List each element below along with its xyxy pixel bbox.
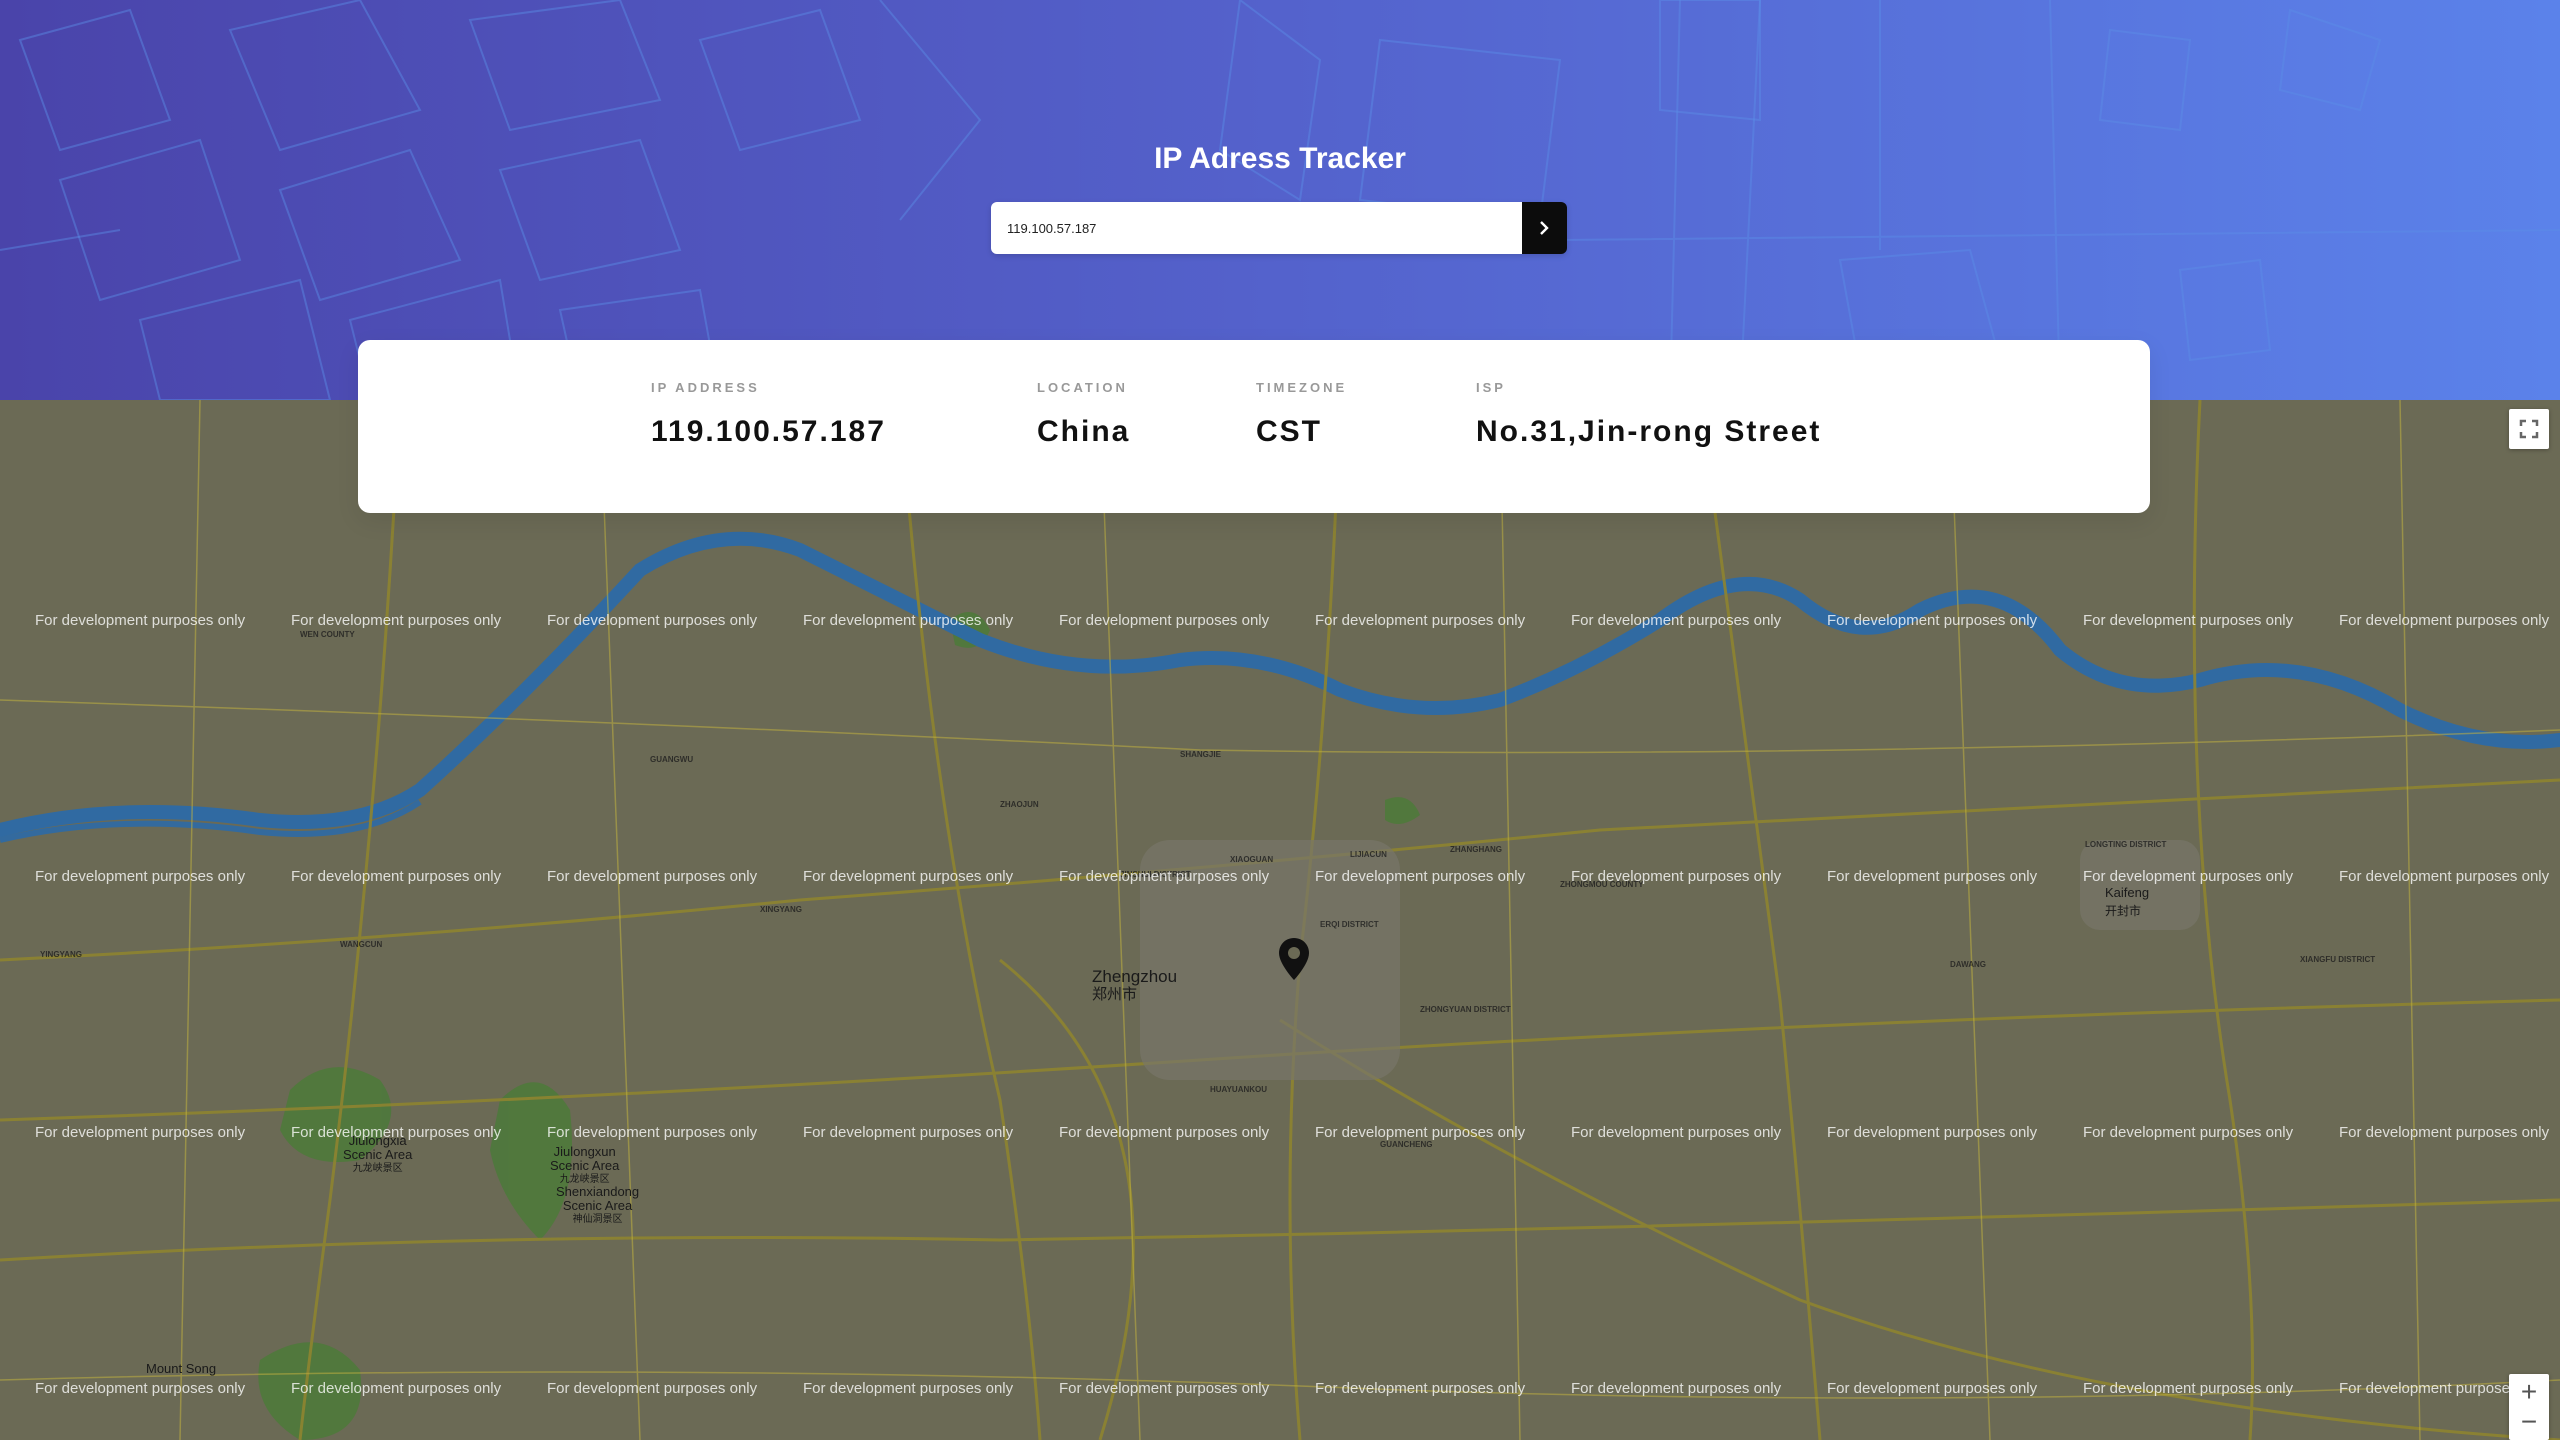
timezone-section: TIMEZONE CST	[1256, 380, 1347, 449]
place-label: GUANCHENG	[1380, 1140, 1433, 1149]
timezone-label: TIMEZONE	[1256, 380, 1348, 395]
location-value: China	[1037, 415, 1131, 448]
dev-watermark-text: For development purposes only	[1315, 1380, 1526, 1397]
ip-address-value: 119.100.57.187	[651, 415, 886, 448]
location-marker-icon[interactable]	[1277, 937, 1311, 981]
dev-watermark-text: For development purposes only	[1827, 868, 2038, 885]
dev-watermark-text: For development purposes only	[35, 1380, 246, 1397]
chevron-right-icon	[1540, 221, 1549, 235]
place-label: ZHAOJUN	[1000, 800, 1039, 809]
dev-watermark-text: For development purposes only	[2083, 1124, 2294, 1141]
scenic-label-shenxiandong: Shenxiandong Scenic Area 神仙洞景区	[556, 1184, 640, 1226]
dev-watermark-text: For development purposes only	[1827, 1380, 2038, 1397]
dev-watermark-text: For development purposes only	[803, 868, 1014, 885]
submit-button[interactable]	[1522, 202, 1567, 254]
dev-watermark-text: For development purposes only	[2083, 612, 2294, 629]
dev-watermark-text: For development purposes only	[1571, 1124, 1782, 1141]
place-label: LIJIACUN	[1350, 850, 1387, 859]
dev-watermark-text: For development purposes only	[1059, 868, 1270, 885]
page-title: IP Adress Tracker	[1154, 142, 1406, 175]
dev-watermark-text: For development purposes only	[1571, 1380, 1782, 1397]
dev-watermark-text: For development purposes only	[803, 1380, 1014, 1397]
dev-watermark-text: For development purposes only	[2339, 612, 2550, 629]
dev-watermark-text: For development purposes only	[1571, 868, 1782, 885]
dev-watermark-text: For development purposes only	[291, 1124, 502, 1141]
location-section: LOCATION China	[1037, 380, 1130, 449]
fullscreen-icon	[2519, 419, 2539, 439]
isp-label: ISP	[1476, 380, 1506, 395]
dev-watermark-text: For development purposes only	[1059, 1380, 1270, 1397]
dev-watermark-text: For development purposes only	[1571, 612, 1782, 629]
dev-watermark-text: For development purposes only	[2083, 868, 2294, 885]
place-label: XINGYANG	[760, 905, 802, 914]
place-label: DAWANG	[1950, 960, 1986, 969]
place-label: WEN COUNTY	[300, 630, 355, 639]
place-label: SHANGJIE	[1180, 750, 1221, 759]
location-label: LOCATION	[1037, 380, 1128, 395]
place-label: XIAOGUAN	[1230, 855, 1274, 864]
isp-section: ISP No.31,Jin-rong Street	[1476, 380, 1821, 449]
isp-value: No.31,Jin-rong Street	[1476, 415, 1822, 448]
dev-watermark-text: For development purposes only	[35, 612, 246, 629]
place-label: ZHANGHANG	[1450, 845, 1502, 854]
dev-watermark-text: For development purposes only	[547, 868, 758, 885]
dev-watermark-text: For development purposes only	[1315, 1124, 1526, 1141]
dev-watermark-text: For development purposes only	[547, 1380, 758, 1397]
dev-watermark-text: For development purposes only	[1827, 612, 2038, 629]
dev-watermark-text: For development purposes only	[1827, 1124, 2038, 1141]
scenic-label-jiulongxun: Jiulongxun Scenic Area 九龙峡景区	[550, 1144, 620, 1186]
place-label: ERQI DISTRICT	[1320, 920, 1379, 929]
ip-address-section: IP ADDRESS 119.100.57.187	[651, 380, 886, 449]
dev-watermark-text: For development purposes only	[547, 1124, 758, 1141]
dev-watermark-text: For development purposes only	[35, 868, 246, 885]
peak-label-mount-song: Mount Song	[146, 1361, 217, 1376]
dev-watermark-text: For development purposes only	[291, 1380, 502, 1397]
zoom-controls: + −	[2509, 1374, 2549, 1440]
timezone-value: CST	[1256, 415, 1322, 448]
dev-watermark-text: For development purposes only	[547, 612, 758, 629]
zoom-in-button[interactable]: +	[2521, 1377, 2537, 1407]
dev-watermark-text: For development purposes only	[1315, 612, 1526, 629]
place-label: YINGYANG	[40, 950, 82, 959]
city-label-kaifeng: Kaifeng 开封市	[2105, 885, 2150, 918]
ip-search-form	[991, 202, 1567, 254]
dev-watermark-text: For development purposes only	[803, 1124, 1014, 1141]
place-label: WANGCUN	[340, 940, 383, 949]
city-label-zhengzhou: Zhengzhou 郑州市	[1092, 967, 1178, 1004]
ip-address-label: IP ADDRESS	[651, 380, 760, 395]
ip-search-input[interactable]	[991, 202, 1522, 254]
ip-info-card: IP ADDRESS 119.100.57.187 LOCATION China…	[358, 340, 2150, 513]
dev-watermark-text: For development purposes only	[1059, 612, 1270, 629]
dev-watermark-text: For development purposes only	[35, 1124, 246, 1141]
zoom-out-button[interactable]: −	[2521, 1407, 2537, 1437]
map-base	[0, 400, 2560, 1440]
dev-watermark-text: For development purposes only	[2339, 1124, 2550, 1141]
place-label: GUANGWU	[650, 755, 694, 764]
dev-watermark-text: For development purposes only	[1059, 1124, 1270, 1141]
dev-watermark-text: For development purposes only	[291, 868, 502, 885]
fullscreen-button[interactable]	[2509, 409, 2549, 449]
dev-watermark-text: For development purposes only	[1315, 868, 1526, 885]
place-label: HUAYUANKOU	[1210, 1085, 1268, 1094]
dev-watermark-text: For development purposes only	[2083, 1380, 2294, 1397]
place-label: ZHONGYUAN DISTRICT	[1420, 1005, 1511, 1014]
place-label: XIANGFU DISTRICT	[2300, 955, 2376, 964]
place-label: LONGTING DISTRICT	[2085, 840, 2167, 849]
dev-watermark-text: For development purposes only	[2339, 868, 2550, 885]
dev-watermark-text: For development purposes only	[803, 612, 1014, 629]
dev-watermark-text: For development purposes only	[291, 612, 502, 629]
map[interactable]: Zhengzhou 郑州市 Kaifeng 开封市 Jiulongxia Scenic…	[0, 400, 2560, 1440]
